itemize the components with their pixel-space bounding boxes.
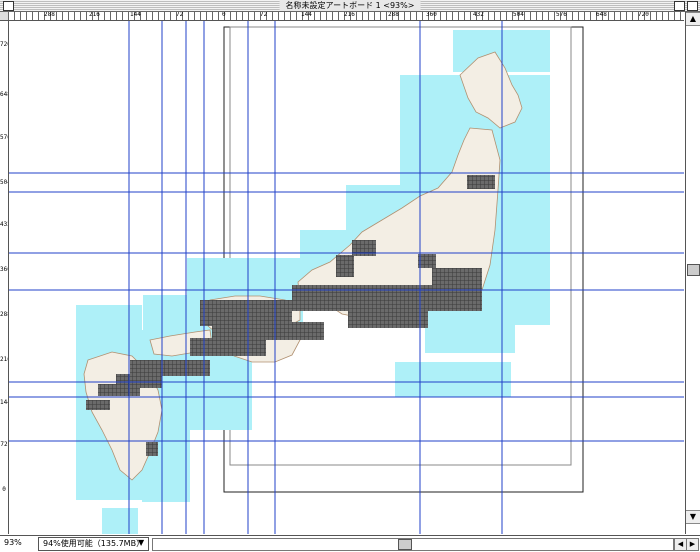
- zoom-box[interactable]: [674, 1, 685, 11]
- ruler-label: 216: [344, 12, 355, 18]
- vertical-ruler: 720 648 576 504 432 360 288 216 144 72 0: [0, 21, 9, 534]
- scroll-right-icon[interactable]: ▶: [686, 538, 699, 551]
- ruler-label: 648: [596, 12, 607, 18]
- ruler-label: 504: [0, 179, 8, 186]
- memory-status[interactable]: 94%使用可能（135.7MB）: [38, 537, 150, 551]
- ruler-label: 216: [89, 12, 100, 18]
- scroll-up-icon[interactable]: ▲: [686, 12, 700, 26]
- ruler-label: 0: [2, 486, 6, 493]
- ruler-label: 504: [513, 12, 524, 18]
- ruler-label: 144: [130, 12, 141, 18]
- ruler-label: 720: [638, 12, 649, 18]
- close-box[interactable]: [3, 1, 14, 11]
- ruler-label: 576: [0, 134, 8, 141]
- ruler-label: 576: [556, 12, 567, 18]
- zoom-level[interactable]: 93%: [4, 538, 22, 547]
- ruler-label: 72: [176, 12, 184, 18]
- ruler-label: 432: [473, 12, 484, 18]
- horizontal-scroll-thumb[interactable]: [398, 539, 412, 550]
- scroll-down-icon[interactable]: ▼: [686, 510, 700, 524]
- canvas-svg: [9, 21, 684, 534]
- ruler-label: 144: [301, 12, 312, 18]
- horizontal-ruler: 288 216 144 72 0 72 144 216 288 360 432 …: [8, 12, 684, 21]
- ruler-label: 288: [388, 12, 399, 18]
- horizontal-scrollbar[interactable]: [152, 538, 674, 551]
- ruler-label: 648: [0, 91, 8, 98]
- window-title: 名称未設定アートボード 1 <93%>: [279, 0, 421, 11]
- ruler-label: 432: [0, 221, 8, 228]
- ruler-label: 360: [0, 266, 8, 273]
- ruler-label: 288: [44, 12, 55, 18]
- collapse-box[interactable]: [687, 1, 698, 11]
- ruler-label: 144: [0, 399, 8, 406]
- ruler-label: 0: [222, 12, 226, 18]
- ruler-label: 288: [0, 311, 8, 318]
- ruler-label: 72: [260, 12, 268, 18]
- artboard-canvas[interactable]: [9, 21, 684, 534]
- ruler-label: 72: [0, 441, 8, 448]
- ruler-label: 216: [0, 356, 8, 363]
- status-bar: 93% 94%使用可能（135.7MB） ▼ ◀ ▶: [0, 535, 700, 552]
- status-menu-icon[interactable]: ▼: [138, 538, 144, 547]
- ruler-label: 720: [0, 41, 8, 48]
- title-bar[interactable]: 名称未設定アートボード 1 <93%>: [0, 0, 700, 12]
- vertical-scroll-thumb[interactable]: [687, 264, 700, 276]
- ruler-label: 360: [426, 12, 437, 18]
- vertical-scrollbar[interactable]: ▲ ▼: [685, 12, 700, 534]
